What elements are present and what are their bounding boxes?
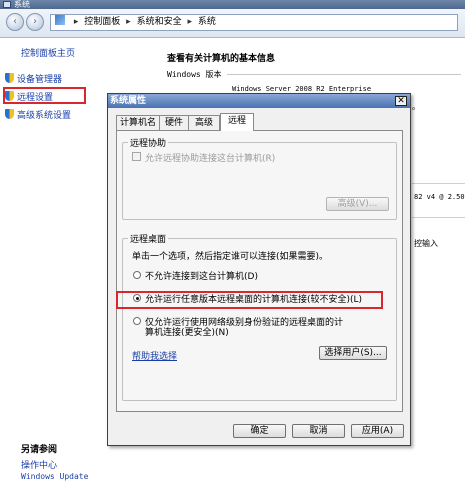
sidebar-item-advanced-system-settings[interactable]: 高级系统设置 xyxy=(5,108,71,121)
chevron-right-icon: ▸ xyxy=(126,17,131,27)
help-me-choose-link[interactable]: 帮助我选择 xyxy=(132,349,177,362)
breadcrumb-system[interactable]: 系统 xyxy=(198,17,216,27)
close-icon[interactable]: ✕ xyxy=(395,96,407,106)
system-window-icon xyxy=(3,1,11,8)
tab-remote[interactable]: 远程 xyxy=(220,113,254,131)
tab-computer-name[interactable]: 计算机名 xyxy=(116,115,160,130)
breadcrumb-system-security[interactable]: 系统和安全 xyxy=(137,17,182,27)
radio-allow-nla-only-label-line2[interactable]: 算机连接(更安全)(N) xyxy=(145,325,229,338)
control-panel-icon xyxy=(55,15,65,25)
radio-dont-allow-label[interactable]: 不允许连接到这台计算机(D) xyxy=(145,269,258,282)
address-bar[interactable]: ▸ 控制面板 ▸ 系统和安全 ▸ 系统 xyxy=(50,14,458,31)
shield-icon xyxy=(5,109,14,119)
pen-touch-fragment: 控输入 xyxy=(414,239,438,248)
forward-button[interactable]: › xyxy=(26,13,44,31)
radio-dont-allow[interactable] xyxy=(133,271,141,279)
window-title: 系统 xyxy=(14,0,30,9)
section-divider xyxy=(227,74,461,75)
sidebar-item-label: 高级系统设置 xyxy=(17,111,72,121)
shield-icon xyxy=(5,73,14,83)
remote-desktop-group: 远程桌面 单击一个选项，然后指定谁可以连接(如果需要)。 不允许连接到这台计算机… xyxy=(122,232,397,401)
chevron-right-icon: ▸ xyxy=(187,17,192,27)
dialog-titlebar[interactable]: 系统属性 ✕ xyxy=(108,94,410,108)
tab-advanced[interactable]: 高级 xyxy=(188,115,220,130)
edition-label: Windows 版本 xyxy=(167,70,222,79)
allow-remote-assistance-checkbox[interactable] xyxy=(132,152,141,161)
remote-tab-panel: 远程协助 允许远程协助连接这台计算机(R) 高级(V)... 远程桌面 单击一个… xyxy=(116,130,403,412)
remote-desktop-title: 远程桌面 xyxy=(128,232,169,245)
action-center-link[interactable]: 操作中心 xyxy=(21,458,57,471)
remote-settings-highlight xyxy=(3,87,86,104)
section-divider xyxy=(412,183,465,184)
breadcrumb-control-panel[interactable]: 控制面板 xyxy=(84,17,120,27)
remote-assistance-title: 远程协助 xyxy=(128,136,169,149)
window-titlebar: 系统 xyxy=(0,0,465,9)
windows-update-link[interactable]: Windows Update xyxy=(21,472,88,481)
sidebar-item-label: 设备管理器 xyxy=(17,75,63,85)
cancel-button[interactable]: 取消 xyxy=(292,424,345,438)
edition-value: Windows Server 2008 R2 Enterprise xyxy=(232,85,372,93)
processor-value-fragment: 82 v4 @ 2.50 xyxy=(414,193,465,201)
dialog-title: 系统属性 xyxy=(110,96,147,106)
remote-assistance-group: 远程协助 允许远程协助连接这台计算机(R) 高级(V)... xyxy=(122,136,397,220)
allow-remote-assistance-label: 允许远程协助连接这台计算机(R) xyxy=(145,154,276,164)
main-text-fragment: 。 xyxy=(412,102,420,111)
tab-hardware[interactable]: 硬件 xyxy=(159,115,189,130)
sidebar-item-device-manager[interactable]: 设备管理器 xyxy=(5,72,62,85)
radio-allow-nla-only[interactable] xyxy=(133,317,141,325)
chevron-right-icon: ▸ xyxy=(73,17,79,27)
ok-button[interactable]: 确定 xyxy=(233,424,286,438)
section-divider xyxy=(412,217,465,218)
page-title: 查看有关计算机的基本信息 xyxy=(167,54,276,64)
selected-option-highlight xyxy=(116,291,383,309)
remote-desktop-instruction: 单击一个选项，然后指定谁可以连接(如果需要)。 xyxy=(132,252,329,262)
apply-button[interactable]: 应用(A) xyxy=(351,424,404,438)
control-panel-home-link[interactable]: 控制面板主页 xyxy=(21,46,75,59)
advanced-button[interactable]: 高级(V)... xyxy=(326,197,389,211)
navigation-bar: ‹ › ▸ 控制面板 ▸ 系统和安全 ▸ 系统 xyxy=(0,9,465,38)
back-button[interactable]: ‹ xyxy=(6,13,24,31)
see-also-title: 另请参阅 xyxy=(21,445,58,455)
select-users-button[interactable]: 选择用户(S)... xyxy=(319,346,387,360)
system-properties-dialog: 系统属性 ✕ 计算机名 硬件 高级 远程 远程协助 允许远程协助连接这台计算机(… xyxy=(107,93,411,446)
